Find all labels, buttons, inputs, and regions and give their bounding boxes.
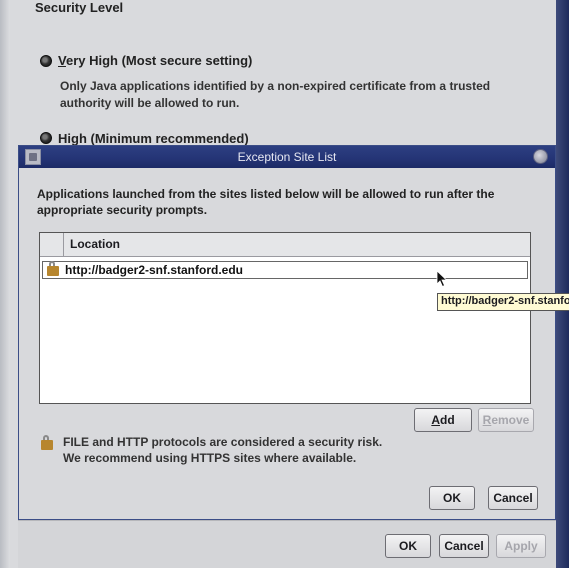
option-very-high-text: ery High (Most secure setting) — [65, 53, 253, 68]
mnemonic-v: V — [58, 53, 66, 68]
desktop-edge-right — [556, 0, 569, 568]
add-label: dd — [440, 413, 455, 427]
photo-edge-left — [0, 0, 10, 568]
panel-cancel-button[interactable]: Cancel — [439, 534, 489, 558]
option-high-label[interactable]: High (Minimum recommended) — [58, 131, 249, 146]
security-level-heading: Security Level — [35, 0, 124, 15]
close-icon[interactable] — [533, 149, 548, 164]
dialog-titlebar[interactable]: Exception Site List — [19, 146, 555, 168]
dialog-description: Applications launched from the sites lis… — [37, 187, 495, 217]
table-row[interactable]: http://badger2-snf.stanford.edu — [42, 261, 528, 279]
radio-very-high[interactable] — [40, 55, 52, 67]
mnemonic-r: R — [482, 413, 492, 427]
option-very-high-label[interactable]: Very High (Most secure setting) — [58, 53, 252, 68]
remove-label: emove — [491, 413, 530, 427]
warning-lock-icon — [41, 435, 53, 450]
dialog-ok-button[interactable]: OK — [429, 486, 475, 510]
url-tooltip: http://badger2-snf.stanford.edu — [437, 293, 569, 311]
table-header-icon-column — [40, 233, 64, 257]
mnemonic-a: A — [431, 413, 440, 427]
site-url[interactable]: http://badger2-snf.stanford.edu — [65, 263, 243, 277]
option-very-high-description: Only Java applications identified by a n… — [60, 79, 491, 110]
add-button[interactable]: Add — [414, 408, 472, 432]
dialog-cancel-button[interactable]: Cancel — [488, 486, 538, 510]
exception-site-list-dialog: Exception Site List Applications launche… — [18, 145, 556, 520]
security-warning: FILE and HTTP protocols are considered a… — [41, 434, 401, 466]
site-list-table[interactable]: Location http://badger2-snf.stanford.edu — [39, 232, 531, 404]
lock-icon — [47, 261, 59, 276]
warning-line-2: We recommend using HTTPS sites where ava… — [63, 451, 357, 465]
warning-line-1: FILE and HTTP protocols are considered a… — [63, 435, 383, 449]
panel-ok-button[interactable]: OK — [385, 534, 431, 558]
table-header-location[interactable]: Location — [64, 233, 530, 257]
dialog-title: Exception Site List — [237, 150, 337, 164]
panel-apply-button[interactable]: Apply — [496, 534, 546, 558]
radio-high[interactable] — [40, 132, 52, 144]
remove-button[interactable]: Remove — [478, 408, 534, 432]
mouse-pointer-icon — [436, 270, 448, 288]
